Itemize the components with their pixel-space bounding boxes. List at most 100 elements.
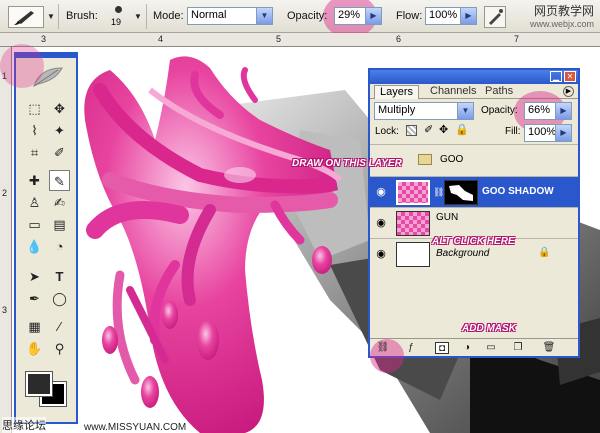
brush-tip-icon bbox=[115, 6, 122, 13]
chevron-right-icon[interactable]: ▶ bbox=[460, 8, 476, 24]
ruler-label: 3 bbox=[41, 34, 47, 44]
close-icon[interactable]: ✕ bbox=[564, 71, 576, 82]
options-bar: ▼ Brush: 19 ▼ Mode: Normal ▼ Opacity: 29… bbox=[0, 0, 600, 38]
watermark: 网页教学网 www.webjx.com bbox=[530, 2, 594, 29]
crop-tool-icon[interactable]: ⌗ bbox=[24, 142, 45, 163]
layer-mask-thumbnail[interactable] bbox=[444, 180, 478, 205]
flow-input[interactable]: 100% ▶ bbox=[425, 7, 477, 25]
hand-tool-icon[interactable]: ✋ bbox=[24, 338, 45, 359]
gradient-tool-icon[interactable]: ▤ bbox=[49, 214, 70, 235]
opacity-input[interactable]: 29% ▶ bbox=[334, 7, 382, 25]
blend-mode-select[interactable]: Multiply ▼ bbox=[374, 102, 474, 120]
ruler-label: 4 bbox=[158, 34, 164, 44]
slice-tool-icon[interactable]: ✐ bbox=[49, 142, 70, 163]
lasso-tool-icon[interactable]: ⌇ bbox=[24, 120, 45, 141]
layer-name: GUN bbox=[436, 212, 459, 223]
foreground-color-swatch[interactable] bbox=[25, 371, 53, 397]
new-layer-icon[interactable]: ❐ bbox=[511, 342, 525, 354]
palette-title-bar[interactable]: ▁ ✕ bbox=[370, 70, 578, 84]
brush-size: 19 bbox=[111, 17, 122, 27]
tab-layers[interactable]: Layers bbox=[374, 85, 420, 99]
path-selection-icon[interactable]: ➤ bbox=[24, 266, 45, 287]
ruler-label: 5 bbox=[276, 34, 282, 44]
eye-icon[interactable]: ◉ bbox=[374, 216, 388, 230]
eyedropper-icon[interactable]: ⁄ bbox=[49, 316, 70, 337]
mask-shape bbox=[449, 185, 473, 201]
brush-tool-icon[interactable]: ✎ bbox=[49, 170, 70, 191]
folder-icon bbox=[418, 154, 432, 165]
fill-label: Fill: bbox=[505, 126, 521, 137]
opacity-value: 29% bbox=[338, 9, 361, 21]
brush-dropdown-arrow[interactable]: ▼ bbox=[134, 12, 142, 21]
eye-icon[interactable]: ◉ bbox=[374, 185, 388, 199]
healing-brush-icon[interactable]: ✚ bbox=[24, 170, 45, 191]
layer-row-goo-shadow[interactable]: ◉ ⛓ GOO SHADOW bbox=[370, 176, 578, 207]
eye-icon[interactable]: ◉ bbox=[374, 247, 388, 261]
mode-select[interactable]: Normal ▼ bbox=[187, 7, 273, 25]
flow-value: 100% bbox=[429, 9, 458, 21]
ruler-label: 7 bbox=[514, 34, 520, 44]
move-tool-icon[interactable]: ✥ bbox=[49, 98, 70, 119]
type-tool-icon[interactable]: T bbox=[49, 266, 70, 287]
blur-tool-icon[interactable]: 💧 bbox=[24, 236, 45, 257]
link-layers-icon[interactable]: ⛓ bbox=[376, 342, 390, 354]
airbrush-button[interactable] bbox=[484, 6, 506, 28]
layer-style-icon[interactable]: ƒ bbox=[404, 342, 418, 354]
layer-opacity-input[interactable]: 66% ▶ bbox=[524, 102, 572, 120]
palette-menu-icon[interactable]: ▶ bbox=[563, 86, 574, 97]
separator bbox=[146, 4, 147, 29]
marquee-tool-icon[interactable]: ⬚ bbox=[24, 98, 45, 119]
ruler-horizontal: 3 4 5 6 7 bbox=[0, 33, 600, 47]
blend-row: Multiply ▼ Opacity: 66% ▶ bbox=[370, 91, 578, 133]
chevron-down-icon[interactable]: ▼ bbox=[457, 103, 473, 119]
layer-name: GOO bbox=[440, 154, 464, 165]
clone-stamp-icon[interactable]: ♙ bbox=[24, 192, 45, 213]
watermark-cn: 网页教学网 bbox=[533, 4, 594, 18]
layer-thumbnail bbox=[396, 211, 430, 236]
footer-url: www.MISSYUAN.COM bbox=[84, 422, 187, 433]
eraser-tool-icon[interactable]: ▭ bbox=[24, 214, 45, 235]
minimize-icon[interactable]: ▁ bbox=[550, 71, 562, 82]
chevron-right-icon[interactable]: ▶ bbox=[555, 125, 571, 141]
mode-label: Mode: bbox=[153, 10, 184, 22]
fill-input[interactable]: 100% ▶ bbox=[524, 124, 572, 142]
shape-tool-icon[interactable]: ◯ bbox=[49, 288, 70, 309]
annotation-add-mask: ADD MASK bbox=[462, 323, 516, 334]
chevron-down-icon[interactable]: ▼ bbox=[256, 8, 272, 24]
lock-transparency-icon[interactable] bbox=[406, 125, 417, 136]
lock-row: Lock: ✐ ✥ 🔒 Fill: 100% ▶ bbox=[370, 121, 578, 143]
lock-icon: 🔒 bbox=[538, 247, 551, 258]
blend-mode-value: Multiply bbox=[378, 104, 416, 116]
tool-preset-picker[interactable] bbox=[8, 6, 44, 28]
magic-wand-icon[interactable]: ✦ bbox=[49, 120, 70, 141]
chevron-right-icon[interactable]: ▶ bbox=[555, 103, 571, 119]
lock-all-icon[interactable]: 🔒 bbox=[455, 123, 469, 136]
preset-dropdown-arrow[interactable]: ▼ bbox=[47, 12, 55, 21]
brush-icon bbox=[14, 11, 34, 25]
zoom-tool-icon[interactable]: ⚲ bbox=[49, 338, 70, 359]
lock-position-icon[interactable]: ✥ bbox=[439, 123, 448, 136]
trash-icon[interactable]: 🗑 bbox=[542, 342, 556, 354]
layer-row-gun[interactable]: ◉ GUN bbox=[370, 207, 578, 238]
link-icon[interactable]: ⛓ bbox=[433, 187, 444, 198]
pen-tool-icon[interactable]: ✒ bbox=[24, 288, 45, 309]
layer-thumbnail bbox=[396, 180, 430, 205]
watermark-url: www.webjx.com bbox=[529, 19, 594, 29]
add-mask-icon[interactable]: ◘ bbox=[435, 342, 449, 354]
annotation-alt-click: ALT CLICK HERE bbox=[432, 236, 515, 247]
history-brush-icon[interactable]: ✍ bbox=[49, 192, 70, 213]
lock-pixels-icon[interactable]: ✐ bbox=[424, 123, 433, 136]
chevron-right-icon[interactable]: ▶ bbox=[365, 8, 381, 24]
mode-value: Normal bbox=[191, 9, 227, 21]
notes-tool-icon[interactable]: ▦ bbox=[24, 316, 45, 337]
brush-picker[interactable]: 19 bbox=[106, 3, 132, 30]
airbrush-icon bbox=[489, 9, 503, 25]
tools-palette: ⬚ ✥ ⌇ ✦ ⌗ ✐ ✚ ✎ ♙ ✍ ▭ ▤ 💧 ◔ ➤ T ✒ ◯ ▦ ⁄ … bbox=[14, 52, 78, 424]
tab-channels[interactable]: Channels bbox=[425, 85, 481, 99]
dodge-tool-icon[interactable]: ◔ bbox=[49, 236, 70, 257]
adjustment-layer-icon[interactable]: ◑ bbox=[460, 342, 474, 354]
tab-paths[interactable]: Paths bbox=[480, 85, 518, 99]
ruler-label: 6 bbox=[396, 34, 402, 44]
alt-click-highlight bbox=[0, 44, 44, 88]
new-group-icon[interactable]: ▭ bbox=[484, 342, 498, 354]
